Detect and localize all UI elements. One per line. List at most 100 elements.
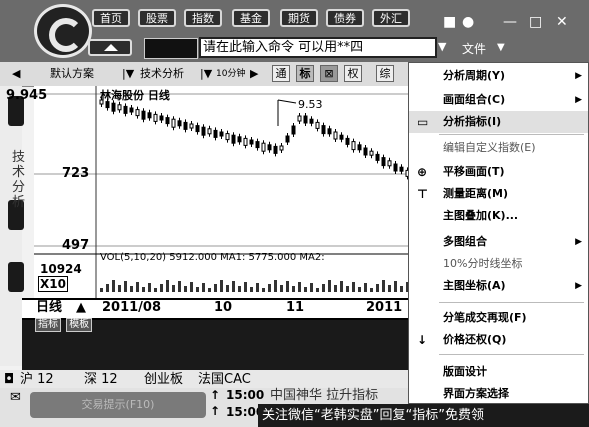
- zong-button[interactable]: 综: [376, 65, 394, 82]
- context-menu-item[interactable]: 分笔成交再现(F): [409, 307, 588, 329]
- volume-bar: [130, 286, 133, 292]
- volume-bar: [352, 282, 355, 292]
- period-select[interactable]: 10分钟: [216, 66, 245, 82]
- mail-icon[interactable]: ✉: [10, 390, 21, 405]
- command-dropdown-icon[interactable]: ▼: [438, 40, 446, 53]
- volume-bar: [196, 287, 199, 292]
- volume-bar: [316, 288, 319, 292]
- candle-body: [207, 128, 212, 135]
- context-menu-item[interactable]: 界面方案选择: [409, 383, 588, 405]
- nav-home-button[interactable]: 首页: [92, 9, 130, 27]
- lock-icon[interactable]: ■: [443, 14, 456, 30]
- context-menu-item[interactable]: 主图叠加(K)...: [409, 205, 588, 227]
- period-tab[interactable]: 日线: [36, 300, 62, 316]
- volume-bar: [112, 280, 115, 292]
- volume-bar: [286, 281, 289, 292]
- file-menu-chevron-icon[interactable]: ▼: [497, 42, 505, 53]
- date-tick-0: 2011/08: [102, 300, 162, 315]
- market-sh[interactable]: 沪 12: [20, 372, 54, 388]
- volume-bar: [106, 284, 109, 292]
- volume-bar: [208, 288, 211, 292]
- settings-icon[interactable]: ●: [462, 14, 474, 30]
- context-menu-item[interactable]: 10%分时线坐标: [409, 253, 588, 275]
- volume-bar: [160, 284, 163, 292]
- candle-body: [291, 125, 296, 135]
- context-menu-item[interactable]: ⊤ 测量距离(M): [409, 183, 588, 205]
- context-menu-item[interactable]: ▭ 分析指标(I): [409, 111, 588, 133]
- context-menu-item-label: 分笔成交再现(F): [443, 311, 527, 324]
- context-menu-item[interactable]: ⊕ 平移画面(T): [409, 161, 588, 183]
- quan-button[interactable]: 权: [344, 65, 362, 82]
- peak-price-label: 9.53: [298, 98, 323, 111]
- volume-bar: [358, 287, 361, 292]
- volume-unit-label: X10: [38, 276, 68, 292]
- context-menu-item[interactable]: 画面组合(C) ▶: [409, 89, 588, 111]
- context-menu-item[interactable]: 编辑自定义指数(E): [409, 137, 588, 159]
- scroll-left-icon[interactable]: ◀: [12, 66, 20, 82]
- file-menu[interactable]: 文件: [462, 40, 486, 57]
- candle-body: [219, 131, 224, 137]
- scheme-select[interactable]: 默认方案: [50, 66, 94, 82]
- period-tab-arrow-icon[interactable]: ▲: [76, 300, 86, 316]
- trade-tip-button[interactable]: 交易提示(F10): [30, 392, 206, 418]
- candle-body: [357, 144, 362, 151]
- candle-body: [237, 136, 242, 143]
- grid-icon[interactable]: ⊠: [320, 65, 338, 82]
- volume-bar: [376, 284, 379, 292]
- context-menu-item[interactable]: 版面设计: [409, 361, 588, 383]
- watermark-banner: 关注微信“老韩实盘”回复“指标”免费领: [258, 404, 589, 427]
- candle-body: [399, 166, 404, 172]
- play-icon[interactable]: ▶: [250, 66, 258, 82]
- nav-stock-button[interactable]: 股票: [138, 9, 176, 27]
- nav-fund-button[interactable]: 基金: [232, 9, 270, 27]
- date-tick-3: 2011: [366, 300, 403, 315]
- context-menu-item-label: 10%分时线坐标: [443, 257, 523, 270]
- minimize-icon[interactable]: —: [503, 14, 517, 30]
- tech-dropdown-icon[interactable]: |▼: [200, 66, 212, 82]
- nav-futures-button[interactable]: 期货: [280, 9, 318, 27]
- command-input[interactable]: 请在此输入命令 可以用**四: [199, 37, 437, 58]
- candle-body: [177, 120, 182, 127]
- nav-bond-button[interactable]: 债券: [326, 9, 364, 27]
- scheme-dropdown-icon[interactable]: |▼: [122, 66, 134, 82]
- upload-button[interactable]: [88, 39, 132, 56]
- tong-button[interactable]: 通: [272, 65, 290, 82]
- close-icon[interactable]: ✕: [556, 14, 568, 30]
- candle-body: [315, 121, 320, 129]
- candle-body: [393, 163, 398, 172]
- candle-body: [267, 144, 272, 151]
- context-menu: 分析周期(Y) ▶ 画面组合(C) ▶ ▭ 分析指标(I) 编辑自定义指数(E) ⊕ 平移画面(…: [408, 62, 589, 404]
- volume-bar: [100, 288, 103, 292]
- tech-analysis-select[interactable]: 技术分析: [140, 66, 184, 82]
- market-gem[interactable]: 创业板: [144, 372, 183, 388]
- maximize-icon[interactable]: □: [529, 14, 542, 30]
- app-window: 首页 股票 指数 基金 期货 债券 外汇 ■ ● — □ ✕ 请在此输入命令 可…: [0, 0, 589, 427]
- market-cac[interactable]: 法国CAC: [198, 372, 251, 388]
- news-headline[interactable]: 中国神华 拉升指标: [270, 384, 378, 403]
- candle-body: [255, 141, 260, 149]
- volume-bar: [346, 286, 349, 292]
- volume-bar: [184, 286, 187, 292]
- submenu-arrow-icon: ▶: [575, 95, 582, 105]
- stock-code-box[interactable]: [144, 38, 198, 59]
- nav-forex-button[interactable]: 外汇: [372, 9, 410, 27]
- candle-body: [369, 150, 374, 156]
- volume-bar: [334, 285, 337, 292]
- candle-body: [303, 115, 308, 124]
- biao-button[interactable]: 标: [296, 65, 314, 82]
- nav-index-button[interactable]: 指数: [184, 9, 222, 27]
- volume-bar: [190, 282, 193, 292]
- context-menu-item-label: 版面设计: [443, 365, 487, 378]
- context-menu-item[interactable]: 分析周期(Y) ▶: [409, 65, 588, 87]
- candle-body: [201, 126, 206, 136]
- market-sz[interactable]: 深 12: [84, 372, 118, 388]
- context-menu-item[interactable]: 主图坐标(A) ▶: [409, 275, 588, 297]
- candle-body: [147, 112, 152, 119]
- context-menu-item[interactable]: 多图组合 ▶: [409, 231, 588, 253]
- app-logo-icon[interactable]: [34, 4, 92, 58]
- context-menu-item[interactable]: ↓ 价格还权(Q): [409, 329, 588, 351]
- volume-bar: [154, 288, 157, 292]
- sub-tab-template[interactable]: 模板: [66, 318, 93, 332]
- sub-tab-indicator[interactable]: 指标: [35, 318, 61, 332]
- context-menu-item-label: 多图组合: [443, 235, 487, 248]
